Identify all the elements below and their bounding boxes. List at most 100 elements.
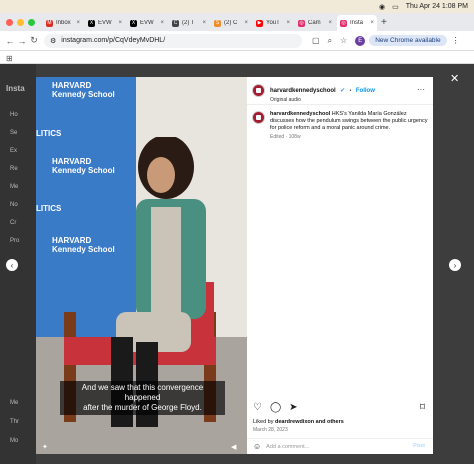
- profile-avatar[interactable]: E: [355, 35, 366, 46]
- instagram-logo[interactable]: Insta: [6, 84, 25, 93]
- apps-grid-icon[interactable]: ⊞: [6, 54, 13, 63]
- close-tab-icon[interactable]: ×: [286, 20, 290, 26]
- sidebar-item-3[interactable]: Re: [10, 166, 18, 172]
- window-controls: [6, 18, 35, 26]
- caption-line-2: after the murder of George Floyd.: [83, 403, 202, 412]
- post-comment-button[interactable]: Post: [413, 443, 425, 449]
- tab-label: Insta: [350, 20, 364, 26]
- follow-button[interactable]: Follow: [356, 88, 375, 94]
- back-icon[interactable]: ←: [4, 36, 16, 46]
- sidebar-item-5[interactable]: No: [10, 202, 18, 208]
- sidebar-bottom-item-0[interactable]: Me: [10, 400, 18, 406]
- backdrop-brand: HARVARD: [52, 236, 92, 245]
- sidebar-item-1[interactable]: Se: [10, 130, 17, 136]
- verified-icon: ✔: [340, 87, 346, 94]
- backdrop-politics: LITICS: [36, 129, 62, 138]
- new-tab-button[interactable]: +: [381, 17, 387, 28]
- cast-icon[interactable]: ▢: [312, 36, 320, 45]
- close-tab-icon[interactable]: ×: [244, 20, 248, 26]
- tab-bar: M Inbox × X EVW × X EVW × C (2) T × S (2) C × ▶ YouT × ◎ Ca…: [0, 13, 474, 31]
- caption-line-1: And we saw that this convergence happene…: [81, 383, 204, 402]
- close-tab-icon[interactable]: ×: [160, 20, 164, 26]
- more-menu-icon[interactable]: ⋮: [452, 36, 460, 45]
- tab-favicon-icon: C: [172, 19, 179, 27]
- share-icon[interactable]: ➤: [289, 402, 297, 413]
- backdrop-brand: HARVARD: [52, 81, 92, 90]
- liked-by: Liked by deardrewdixon and others: [253, 419, 344, 425]
- minimize-window-button[interactable]: [17, 18, 24, 26]
- close-tab-icon[interactable]: ×: [76, 20, 80, 26]
- post-header: harvardkennedyschool ✔ • Follow Original…: [247, 77, 433, 105]
- close-icon[interactable]: ✕: [450, 72, 459, 85]
- author-avatar-small[interactable]: [252, 111, 265, 124]
- video-logo-icon: ✦: [42, 444, 48, 451]
- sidebar-bottom-item-1[interactable]: Thr: [10, 419, 19, 425]
- tab-favicon-icon: ▶: [256, 19, 263, 27]
- close-tab-icon[interactable]: ×: [118, 20, 122, 26]
- more-options-icon[interactable]: ···: [417, 85, 425, 94]
- tab-favicon-icon: ◎: [340, 19, 347, 27]
- tab-favicon-icon: X: [130, 19, 137, 27]
- tab-label: Cam: [308, 20, 321, 26]
- tab-2[interactable]: X EVW ×: [127, 15, 167, 31]
- zoom-icon[interactable]: ⌕: [328, 36, 332, 46]
- url-text: instagram.com/p/CqVdeyMvDHL/: [61, 37, 166, 44]
- tabs: M Inbox × X EVW × X EVW × C (2) T × S (2) C × ▶ YouT × ◎ Ca…: [43, 13, 377, 31]
- site-info-icon[interactable]: ⚙: [50, 37, 56, 45]
- post-actions: ♡ ◯ ➤: [253, 402, 298, 413]
- wifi-icon[interactable]: ◉: [379, 3, 385, 11]
- url-field[interactable]: ⚙ instagram.com/p/CqVdeyMvDHL/: [44, 33, 302, 48]
- tab-4[interactable]: S (2) C ×: [211, 15, 251, 31]
- tab-0[interactable]: M Inbox ×: [43, 15, 83, 31]
- like-icon[interactable]: ♡: [253, 402, 262, 413]
- save-icon[interactable]: ⌑: [420, 402, 425, 413]
- toolbar-icons: ▢ ⌕ ☆ E: [312, 35, 366, 46]
- close-tab-icon[interactable]: ×: [202, 20, 206, 26]
- close-tab-icon[interactable]: ×: [370, 20, 374, 26]
- tab-5[interactable]: ▶ YouT ×: [253, 15, 293, 31]
- sidebar-bottom-item-2[interactable]: Mo: [10, 438, 18, 444]
- comment-input[interactable]: Add a comment...: [266, 444, 309, 450]
- author-avatar[interactable]: [252, 84, 265, 97]
- tab-1[interactable]: X EVW ×: [85, 15, 125, 31]
- audio-label[interactable]: Original audio: [270, 97, 375, 103]
- forward-icon[interactable]: →: [16, 36, 28, 46]
- caption-username[interactable]: harvardkennedyschool: [270, 111, 330, 117]
- battery-icon[interactable]: ▭: [392, 3, 399, 11]
- backdrop-school: Kennedy School: [52, 90, 115, 99]
- mute-icon[interactable]: ◀: [231, 443, 236, 451]
- sidebar-item-6[interactable]: Cr: [10, 220, 16, 226]
- tab-label: (2) T: [182, 20, 195, 26]
- address-bar: ← → ↻ ⚙ instagram.com/p/CqVdeyMvDHL/ ▢ ⌕…: [0, 31, 474, 51]
- tab-favicon-icon: M: [46, 19, 53, 27]
- tab-6[interactable]: ◎ Cam ×: [295, 15, 335, 31]
- backdrop-logo-1: HARVARD Kennedy School: [52, 81, 115, 99]
- sidebar-item-0[interactable]: Ho: [10, 112, 18, 118]
- backdrop-brand: HARVARD: [52, 157, 92, 166]
- instagram-overlay: Insta Ho Se Ex Re Me No Cr Pro Me Thr Mo HARVARD Ke…: [0, 64, 474, 464]
- close-tab-icon[interactable]: ×: [328, 20, 332, 26]
- menubar-datetime[interactable]: Thu Apr 24 1:08 PM: [406, 3, 468, 10]
- liked-user[interactable]: deardrewdixon: [275, 419, 314, 425]
- next-post-icon[interactable]: ›: [449, 259, 461, 271]
- emoji-icon[interactable]: ☺: [253, 442, 261, 451]
- new-chrome-available-button[interactable]: New Chrome available: [369, 35, 447, 46]
- sidebar-item-2[interactable]: Ex: [10, 148, 17, 154]
- post-video[interactable]: HARVARD Kennedy School LITICS HARVARD Kenn…: [36, 77, 247, 454]
- sidebar-item-4[interactable]: Me: [10, 184, 18, 190]
- sidebar-item-7[interactable]: Pro: [10, 238, 19, 244]
- star-icon[interactable]: ☆: [340, 36, 347, 45]
- liked-others[interactable]: and others: [314, 419, 344, 425]
- author-username[interactable]: harvardkennedyschool: [270, 88, 336, 94]
- tab-label: (2) C: [224, 20, 238, 26]
- mac-menubar: ◉ ▭ Thu Apr 24 1:08 PM: [0, 0, 474, 13]
- previous-post-icon[interactable]: ‹: [6, 259, 18, 271]
- zoom-window-button[interactable]: [28, 18, 35, 26]
- reload-icon[interactable]: ↻: [28, 35, 40, 46]
- tab-3[interactable]: C (2) T ×: [169, 15, 209, 31]
- comment-icon[interactable]: ◯: [270, 402, 281, 413]
- post-date[interactable]: March 28, 2023: [253, 427, 288, 433]
- tab-label: EVW: [140, 20, 154, 26]
- tab-7[interactable]: ◎ Insta ×: [337, 15, 377, 31]
- close-window-button[interactable]: [6, 18, 13, 26]
